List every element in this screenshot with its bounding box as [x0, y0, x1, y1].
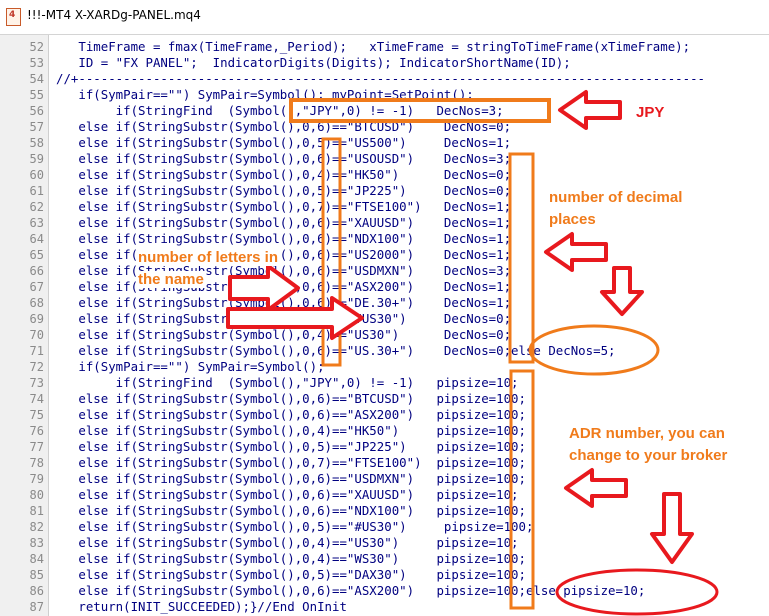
left-arrow-icon: [558, 90, 622, 130]
annotation-letters-line2: the name: [136, 271, 206, 288]
annotation-overlay: [226, 90, 719, 616]
down-arrow-icon: [600, 266, 644, 316]
else-decnos-ellipse: [528, 324, 660, 376]
annotation-decimal-line1: number of decimal: [549, 189, 683, 206]
annotation-decimal-line2: places: [549, 211, 596, 228]
decnos-value-highlight-box: [508, 152, 535, 364]
else-pipsize-ellipse: [555, 568, 719, 616]
right-arrow-icon: [226, 296, 364, 340]
jpy-highlight-box: [289, 98, 551, 123]
right-arrow-icon: [228, 264, 300, 312]
left-arrow-icon: [544, 232, 608, 272]
annotation-adr-line2: change to your broker: [569, 447, 728, 464]
annotation-adr-line1: ADR number, you can: [569, 425, 725, 442]
left-arrow-icon: [564, 468, 628, 508]
pipsize-value-highlight-box: [509, 369, 535, 610]
down-arrow-icon: [650, 492, 694, 564]
annotation-jpy: JPY: [636, 104, 665, 121]
annotation-letters-line1: number of letters in: [136, 249, 281, 266]
